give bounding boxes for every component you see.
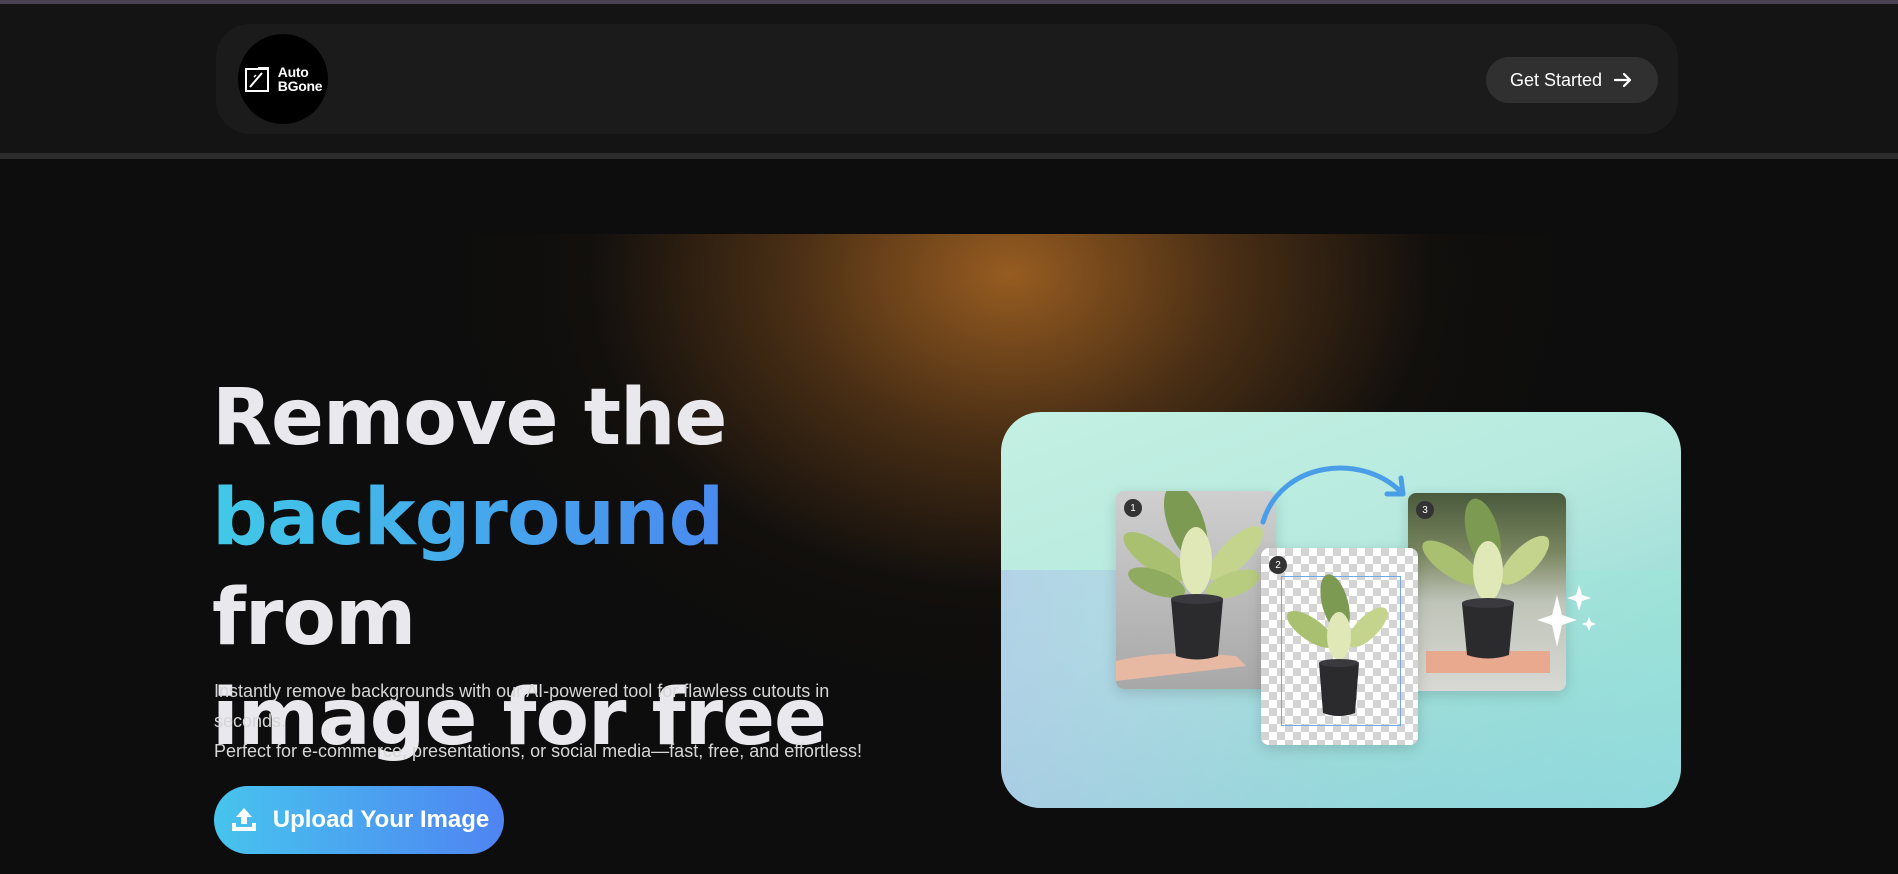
logo[interactable]: Auto BGone [238,34,328,124]
logo-icon [244,67,269,92]
header-divider [0,153,1898,159]
upload-icon [231,808,256,831]
get-started-button[interactable]: Get Started [1485,57,1658,103]
hero-description: Instantly remove backgrounds with our AI… [214,676,894,766]
logo-line1: Auto [277,64,309,80]
upload-image-button[interactable]: Upload Your Image [214,786,504,854]
step-badge-1: 1 [1124,499,1142,517]
description-line2: Perfect for e-commerce, presentations, o… [214,741,862,761]
curved-arrow-icon [1260,465,1406,525]
headline-line1: Remove the [212,373,727,463]
logo-text: Auto BGone [277,64,323,94]
arrow-right-icon [1613,72,1632,88]
headline-from: from [212,573,416,663]
cutout-card: 2 [1261,548,1418,745]
hero-illustration: 1 2 3 [1001,412,1681,808]
get-started-label: Get Started [1509,69,1602,90]
headline-highlight: background [212,473,724,563]
navbar: Auto BGone Get Started [216,24,1678,134]
step-badge-2: 2 [1269,556,1287,574]
sparkle-icon [1537,585,1596,647]
plant-cutout-image [1286,574,1388,716]
step-badge-3: 3 [1416,501,1434,519]
upload-label: Upload Your Image [272,806,490,833]
logo-line2: BGone [277,78,323,94]
description-line1: Instantly remove backgrounds with our AI… [214,681,830,731]
headline-line2: background from [212,468,932,668]
